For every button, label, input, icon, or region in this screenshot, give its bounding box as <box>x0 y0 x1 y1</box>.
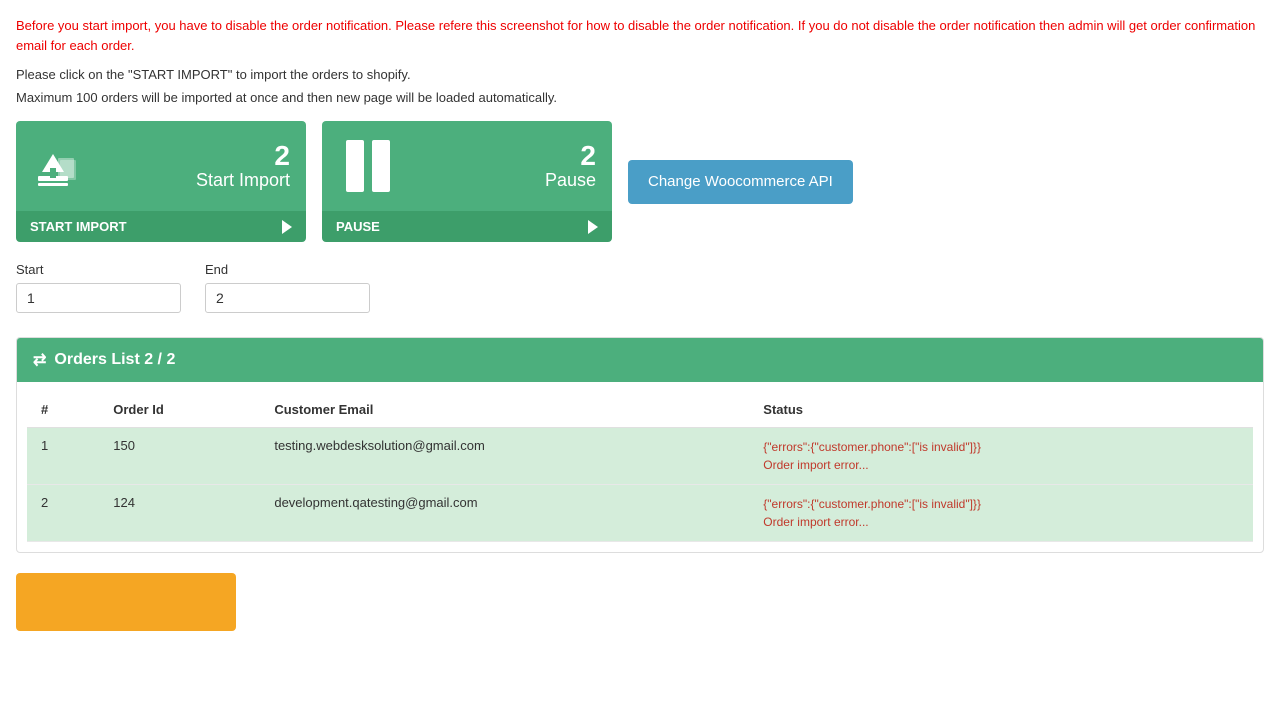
end-label: End <box>205 262 370 277</box>
col-num: # <box>27 392 99 428</box>
pause-label: Pause <box>545 170 596 191</box>
row-order-id: 150 <box>99 428 260 485</box>
table-row: 2124development.qatesting@gmail.com {"err… <box>27 485 1253 542</box>
orders-table-wrapper: # Order Id Customer Email Status 1150tes… <box>17 382 1263 552</box>
start-import-label: Start Import <box>196 170 290 191</box>
pause-card-info: 2 Pause <box>545 142 596 191</box>
row-order-id: 124 <box>99 485 260 542</box>
row-email: development.qatesting@gmail.com <box>260 485 749 542</box>
start-import-button[interactable]: START IMPORT <box>16 211 306 242</box>
action-cards: 2 Start Import START IMPORT 2 Pause PAUS… <box>16 121 1264 242</box>
change-api-button[interactable]: Change Woocommerce API <box>628 160 853 204</box>
import-icon <box>32 140 84 192</box>
start-import-card[interactable]: 2 Start Import START IMPORT <box>16 121 306 242</box>
info-text-2: Maximum 100 orders will be imported at o… <box>16 90 1264 105</box>
status-error-text: {"errors":{"customer.phone":["is invalid… <box>763 440 981 472</box>
start-import-button-label: START IMPORT <box>30 219 127 234</box>
col-order-id: Order Id <box>99 392 260 428</box>
start-import-arrow-icon <box>282 220 292 234</box>
pause-button[interactable]: PAUSE <box>322 211 612 242</box>
end-field: End <box>205 262 370 313</box>
status-error-text: {"errors":{"customer.phone":["is invalid… <box>763 497 981 529</box>
orders-section: ⇄ Orders List 2 / 2 # Order Id Customer … <box>16 337 1264 553</box>
row-num: 2 <box>27 485 99 542</box>
pause-arrow-icon <box>588 220 598 234</box>
row-status: {"errors":{"customer.phone":["is invalid… <box>749 485 1253 542</box>
bottom-card <box>16 573 236 631</box>
row-email: testing.webdesksolution@gmail.com <box>260 428 749 485</box>
pause-count: 2 <box>580 142 596 170</box>
col-email: Customer Email <box>260 392 749 428</box>
end-input[interactable] <box>205 283 370 313</box>
orders-table: # Order Id Customer Email Status 1150tes… <box>27 392 1253 542</box>
pause-card[interactable]: 2 Pause PAUSE <box>322 121 612 242</box>
table-row: 1150testing.webdesksolution@gmail.com {"e… <box>27 428 1253 485</box>
range-section: Start End <box>16 262 1264 313</box>
warning-text: Before you start import, you have to dis… <box>16 16 1264 55</box>
orders-header: ⇄ Orders List 2 / 2 <box>17 338 1263 382</box>
start-import-card-info: 2 Start Import <box>196 142 290 191</box>
start-field: Start <box>16 262 181 313</box>
info-text-1: Please click on the "START IMPORT" to im… <box>16 67 1264 82</box>
start-input[interactable] <box>16 283 181 313</box>
start-import-count: 2 <box>274 142 290 170</box>
start-label: Start <box>16 262 181 277</box>
row-status: {"errors":{"customer.phone":["is invalid… <box>749 428 1253 485</box>
pause-button-label: PAUSE <box>336 219 380 234</box>
row-num: 1 <box>27 428 99 485</box>
table-header-row: # Order Id Customer Email Status <box>27 392 1253 428</box>
shuffle-icon: ⇄ <box>33 350 46 370</box>
col-status: Status <box>749 392 1253 428</box>
pause-icon <box>338 140 398 192</box>
orders-header-title: Orders List 2 / 2 <box>54 351 175 369</box>
